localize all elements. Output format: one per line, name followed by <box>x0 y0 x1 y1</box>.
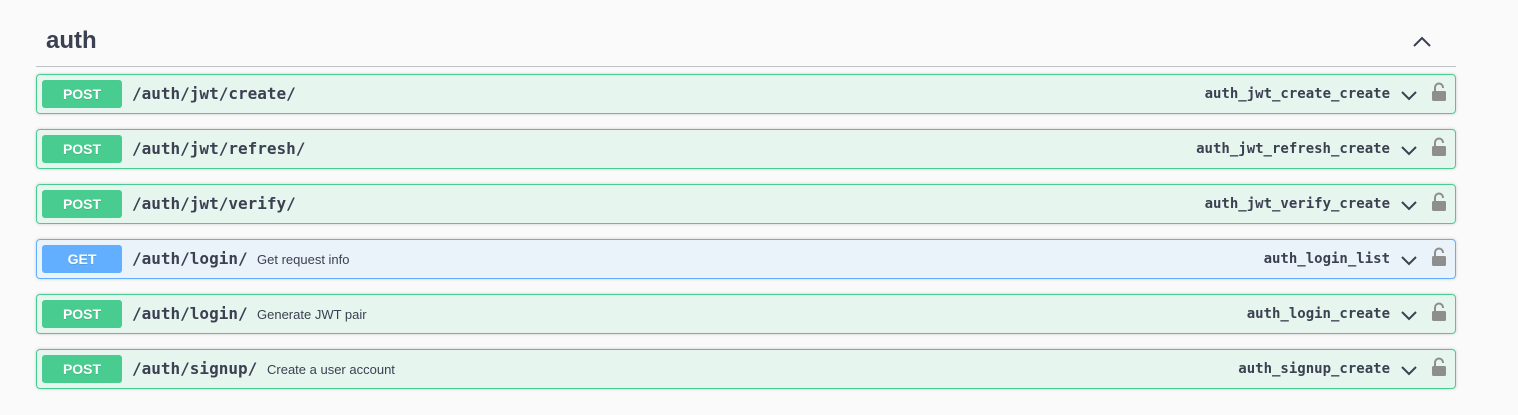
unlocked-icon[interactable] <box>1431 357 1447 377</box>
method-badge: POST <box>42 355 122 383</box>
operation-row[interactable]: POST /auth/jwt/create/ auth_jwt_create_c… <box>36 74 1456 114</box>
operation-id: auth_signup_create <box>1238 361 1390 377</box>
operation-id: auth_jwt_verify_create <box>1204 196 1390 212</box>
operation-path: /auth/login/ <box>132 304 248 323</box>
chevron-down-icon[interactable] <box>1399 360 1419 380</box>
chevron-up-icon[interactable] <box>1410 30 1434 54</box>
unlocked-icon[interactable] <box>1431 82 1447 102</box>
operation-row[interactable]: GET /auth/login/ Get request info auth_l… <box>36 239 1456 279</box>
operation-path: /auth/signup/ <box>132 359 258 378</box>
unlocked-icon[interactable] <box>1431 137 1447 157</box>
api-section-auth: auth POST /auth/jwt/create/ auth_jwt_cre… <box>36 18 1456 389</box>
operation-path: /auth/jwt/refresh/ <box>132 139 306 158</box>
section-header[interactable]: auth <box>36 18 1456 67</box>
operation-id: auth_jwt_refresh_create <box>1196 141 1390 157</box>
method-badge: POST <box>42 80 122 108</box>
operation-path: /auth/jwt/create/ <box>132 84 296 103</box>
chevron-down-icon[interactable] <box>1399 140 1419 160</box>
operation-path: /auth/login/ <box>132 249 248 268</box>
operation-id: auth_login_create <box>1246 306 1390 322</box>
chevron-down-icon[interactable] <box>1399 195 1419 215</box>
operation-summary: Get request info <box>257 252 350 267</box>
operation-path: /auth/jwt/verify/ <box>132 194 296 213</box>
operation-row[interactable]: POST /auth/login/ Generate JWT pair auth… <box>36 294 1456 334</box>
chevron-down-icon[interactable] <box>1399 305 1419 325</box>
chevron-down-icon[interactable] <box>1399 85 1419 105</box>
method-badge: POST <box>42 300 122 328</box>
unlocked-icon[interactable] <box>1431 247 1447 267</box>
operation-row[interactable]: POST /auth/jwt/verify/ auth_jwt_verify_c… <box>36 184 1456 224</box>
operation-summary: Create a user account <box>267 362 395 377</box>
method-badge: POST <box>42 190 122 218</box>
method-badge: POST <box>42 135 122 163</box>
chevron-down-icon[interactable] <box>1399 250 1419 270</box>
operation-id: auth_login_list <box>1263 251 1390 267</box>
operation-id: auth_jwt_create_create <box>1204 86 1390 102</box>
unlocked-icon[interactable] <box>1431 192 1447 212</box>
section-title[interactable]: auth <box>46 27 97 55</box>
unlocked-icon[interactable] <box>1431 302 1447 322</box>
operation-summary: Generate JWT pair <box>257 307 367 322</box>
method-badge: GET <box>42 245 122 273</box>
operation-row[interactable]: POST /auth/signup/ Create a user account… <box>36 349 1456 389</box>
operation-row[interactable]: POST /auth/jwt/refresh/ auth_jwt_refresh… <box>36 129 1456 169</box>
